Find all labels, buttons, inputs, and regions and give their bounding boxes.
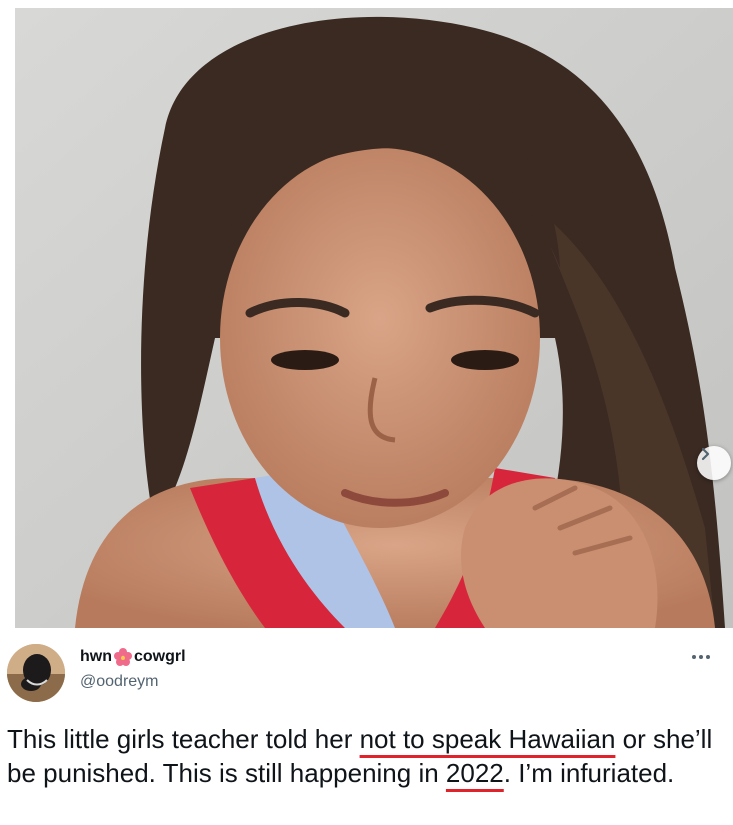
- girl-photo-illustration: [15, 8, 733, 628]
- highlight-2022: 2022: [445, 758, 504, 788]
- display-name-part-2: cowgrl: [134, 648, 186, 665]
- chevron-right-icon: [701, 447, 710, 461]
- more-dots-icon: [692, 655, 710, 659]
- tweet-photo[interactable]: [15, 8, 733, 628]
- more-options-button[interactable]: [688, 646, 714, 668]
- tweet-text-part-1: This little girls teacher told her: [7, 724, 360, 754]
- display-name-part-1: hwn: [80, 648, 112, 665]
- highlight-not-to-speak-hawaiian: not to speak Hawaiian: [359, 724, 616, 754]
- avatar-image: [7, 644, 65, 702]
- author-display-name[interactable]: hwn cowgrl: [80, 648, 186, 666]
- tweet-text-part-3: . I’m infuriated.: [503, 758, 675, 788]
- tweet-text: This little girls teacher told her not t…: [7, 722, 727, 790]
- next-image-button[interactable]: [697, 446, 731, 480]
- hibiscus-icon: [113, 648, 133, 666]
- author-avatar[interactable]: [7, 644, 65, 702]
- author-handle[interactable]: @oodreym: [80, 673, 159, 691]
